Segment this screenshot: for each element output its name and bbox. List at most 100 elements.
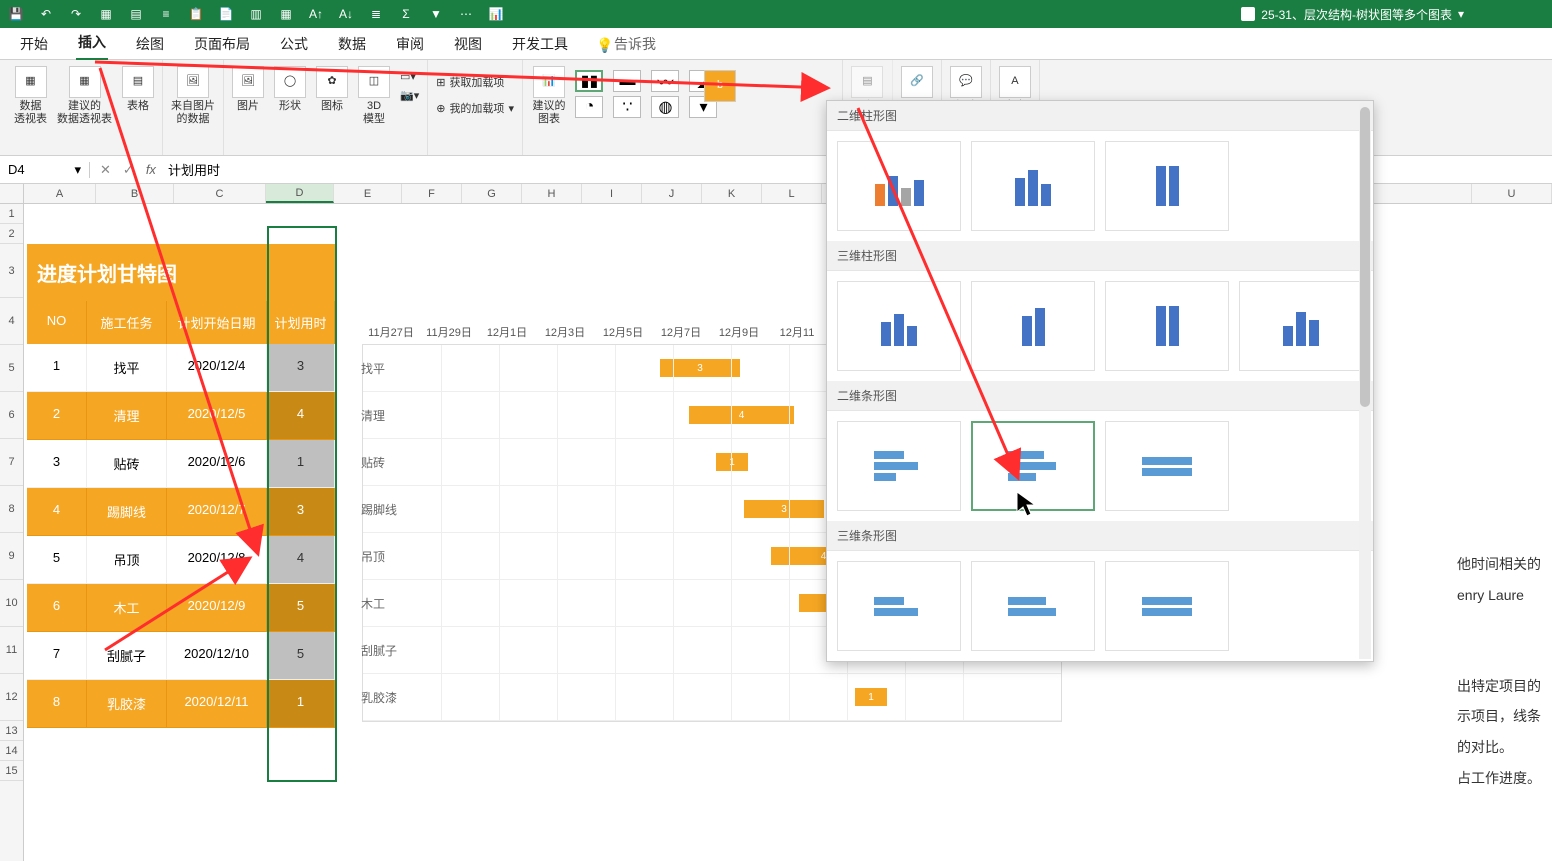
font-increase-icon[interactable]: A↑ [308, 6, 324, 22]
row-5[interactable]: 5 [0, 345, 23, 392]
chart-stacked-column[interactable] [971, 141, 1095, 231]
row-8[interactable]: 8 [0, 486, 23, 533]
chart-icon[interactable]: 📊 [488, 6, 504, 22]
row-14[interactable]: 14 [0, 741, 23, 761]
col-H[interactable]: H [522, 184, 582, 203]
chart-3d-stacked-column[interactable] [971, 281, 1095, 371]
line-chart-button[interactable]: 〰 [651, 70, 679, 92]
tab-formula[interactable]: 公式 [278, 28, 310, 60]
qat-icon-1[interactable]: ▦ [98, 6, 114, 22]
qat-icon-2[interactable]: ▤ [128, 6, 144, 22]
get-addins-button[interactable]: ⊞获取加载项 [436, 74, 514, 90]
bar-chart-button[interactable]: ▬ [613, 70, 641, 92]
data-from-picture-button[interactable]: 🖼来自图片 的数据 [171, 66, 215, 126]
table-row[interactable]: 2清理2020/12/54 [27, 392, 335, 440]
col-I[interactable]: I [582, 184, 642, 203]
3d-model-button[interactable]: ◫3D 模型 [358, 66, 390, 126]
table-row[interactable]: 1找平2020/12/43 [27, 344, 335, 392]
chart-3d-100-stacked-column[interactable] [1105, 281, 1229, 371]
icon-button[interactable]: ✿图标 [316, 66, 348, 113]
pie-chart-button[interactable]: ◔ [575, 96, 603, 118]
select-all-corner[interactable] [0, 184, 24, 203]
chart-3d-clustered-column[interactable] [837, 281, 961, 371]
qat-icon-7[interactable]: ▦ [278, 6, 294, 22]
dropdown-scrollbar[interactable] [1359, 103, 1371, 659]
table-row[interactable]: 5吊顶2020/12/84 [27, 536, 335, 584]
scatter-chart-button[interactable]: ∵ [613, 96, 641, 118]
col-U[interactable]: U [1472, 184, 1552, 203]
bing-button[interactable]: b [704, 70, 736, 102]
link-button[interactable]: 🔗 [901, 66, 933, 98]
tab-dev[interactable]: 开发工具 [510, 28, 570, 60]
fx-label[interactable]: fx [146, 162, 156, 177]
col-L[interactable]: L [762, 184, 822, 203]
tell-me[interactable]: 💡 告诉我 [596, 34, 656, 54]
recommended-chart-button[interactable]: 📊建议的 图表 [532, 66, 565, 126]
col-K[interactable]: K [702, 184, 762, 203]
table-button[interactable]: ▤表格 [122, 66, 154, 113]
chart-100-stacked-bar[interactable] [1105, 421, 1229, 511]
redo-icon[interactable]: ↷ [68, 6, 84, 22]
chart-3d-column[interactable] [1239, 281, 1363, 371]
confirm-icon[interactable]: ✓ [123, 162, 134, 178]
row-9[interactable]: 9 [0, 533, 23, 580]
tab-data[interactable]: 数据 [336, 28, 368, 60]
row-6[interactable]: 6 [0, 392, 23, 439]
table-row[interactable]: 8乳胶漆2020/12/111 [27, 680, 335, 728]
tab-draw[interactable]: 绘图 [134, 28, 166, 60]
row-1[interactable]: 1 [0, 204, 23, 224]
cancel-icon[interactable]: ✕ [100, 162, 111, 178]
col-B[interactable]: B [96, 184, 174, 203]
chart-100-stacked-column[interactable] [1105, 141, 1229, 231]
shape-button[interactable]: ◯形状 [274, 66, 306, 113]
row-15[interactable]: 15 [0, 761, 23, 781]
table-row[interactable]: 6木工2020/12/95 [27, 584, 335, 632]
table-row[interactable]: 3贴砖2020/12/61 [27, 440, 335, 488]
col-A[interactable]: A [24, 184, 96, 203]
map-chart-button[interactable]: ◍ [651, 96, 679, 118]
table-row[interactable]: 7刮腻子2020/12/105 [27, 632, 335, 680]
formula-value[interactable]: 计划用时 [168, 160, 220, 179]
tab-view[interactable]: 视图 [452, 28, 484, 60]
chart-3d-stacked-bar[interactable] [971, 561, 1095, 651]
recommended-pivot-button[interactable]: ▦建议的 数据透视表 [57, 66, 112, 126]
qat-icon-6[interactable]: ▥ [248, 6, 264, 22]
chart-3d-clustered-bar[interactable] [837, 561, 961, 651]
column-chart-button[interactable]: ▮▮ [575, 70, 603, 92]
chevron-down-icon[interactable]: ▾ [74, 162, 81, 178]
qat-icon-4[interactable]: 📋 [188, 6, 204, 22]
chevron-down-icon[interactable]: ▾ [1458, 7, 1464, 21]
pivot-table-button[interactable]: ▦数据 透视表 [14, 66, 47, 126]
row-12[interactable]: 12 [0, 674, 23, 721]
smartart-button[interactable]: ▭▾ [400, 70, 419, 83]
save-icon[interactable]: 💾 [8, 6, 24, 22]
col-D[interactable]: D [266, 184, 334, 203]
sum-icon[interactable]: Σ [398, 6, 414, 22]
row-2[interactable]: 2 [0, 224, 23, 244]
col-F[interactable]: F [402, 184, 462, 203]
row-10[interactable]: 10 [0, 580, 23, 627]
row-7[interactable]: 7 [0, 439, 23, 486]
name-box[interactable]: D4 ▾ [0, 162, 90, 178]
my-addins-button[interactable]: ⊕我的加载项▾ [436, 100, 514, 116]
font-decrease-icon[interactable]: A↓ [338, 6, 354, 22]
chart-clustered-column[interactable] [837, 141, 961, 231]
qat-icon-3[interactable]: ≡ [158, 6, 174, 22]
undo-icon[interactable]: ↶ [38, 6, 54, 22]
filter-icon[interactable]: ▼ [428, 6, 444, 22]
col-E[interactable]: E [334, 184, 402, 203]
col-C[interactable]: C [174, 184, 266, 203]
row-4[interactable]: 4 [0, 298, 23, 345]
screenshot-button[interactable]: 📷▾ [400, 89, 419, 102]
row-13[interactable]: 13 [0, 721, 23, 741]
align-icon[interactable]: ≣ [368, 6, 384, 22]
tab-layout[interactable]: 页面布局 [192, 28, 252, 60]
col-G[interactable]: G [462, 184, 522, 203]
col-J[interactable]: J [642, 184, 702, 203]
table-row[interactable]: 4踢脚线2020/12/73 [27, 488, 335, 536]
tab-start[interactable]: 开始 [18, 28, 50, 60]
qat-more-icon[interactable]: ⋯ [458, 6, 474, 22]
chart-clustered-bar[interactable] [837, 421, 961, 511]
chart-3d-100-stacked-bar[interactable] [1105, 561, 1229, 651]
row-3[interactable]: 3 [0, 244, 23, 298]
